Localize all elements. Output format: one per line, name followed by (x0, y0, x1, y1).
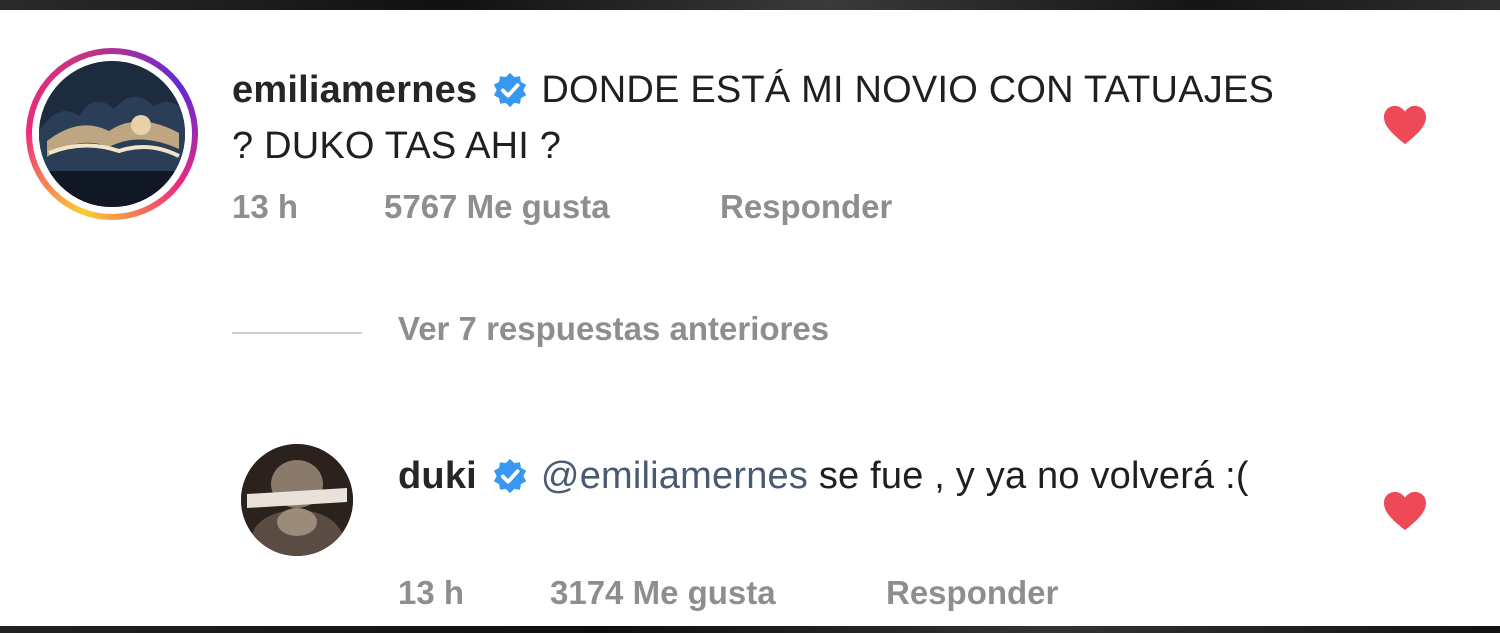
reply-body: duki @emiliamernes se fue , y ya no volv… (398, 448, 1298, 504)
reply-likes[interactable]: 3174 Me gusta (550, 574, 776, 612)
reply-item: duki @emiliamernes se fue , y ya no volv… (0, 428, 1500, 626)
reply-button[interactable]: Responder (720, 188, 892, 226)
comments-panel: emiliamernes DONDE ESTÁ MI NOVIO CON TAT… (0, 10, 1500, 626)
reply-meta: 13 h 3174 Me gusta Responder (398, 574, 1198, 614)
verified-badge-icon (493, 458, 527, 494)
view-previous-replies[interactable]: Ver 7 respuestas anteriores (232, 310, 932, 350)
heart-filled-icon[interactable] (1382, 104, 1428, 146)
reply-button[interactable]: Responder (886, 574, 1058, 612)
divider-line (232, 332, 362, 334)
comment-time[interactable]: 13 h (232, 188, 298, 226)
comment-body: emiliamernes DONDE ESTÁ MI NOVIO CON TAT… (232, 62, 1292, 174)
heart-filled-icon[interactable] (1382, 490, 1428, 532)
mention-link[interactable]: @emiliamernes (541, 455, 808, 497)
verified-badge-icon (494, 72, 527, 108)
reply-text: se fue , y ya no volverá :( (808, 455, 1249, 497)
view-replies-label[interactable]: Ver 7 respuestas anteriores (398, 310, 829, 348)
reply-username[interactable]: duki (398, 455, 477, 497)
comment-meta: 13 h 5767 Me gusta Responder (232, 188, 1032, 228)
comment-likes[interactable]: 5767 Me gusta (384, 188, 610, 226)
comment-username[interactable]: emiliamernes (232, 69, 477, 111)
avatar-image (241, 444, 353, 556)
screen-top-edge (0, 0, 1500, 10)
avatar[interactable] (39, 61, 185, 207)
avatar-image (39, 61, 185, 207)
avatar[interactable] (241, 444, 353, 556)
screen-bottom-edge (0, 626, 1500, 633)
reply-time[interactable]: 13 h (398, 574, 464, 612)
comment-item: emiliamernes DONDE ESTÁ MI NOVIO CON TAT… (0, 10, 1500, 240)
